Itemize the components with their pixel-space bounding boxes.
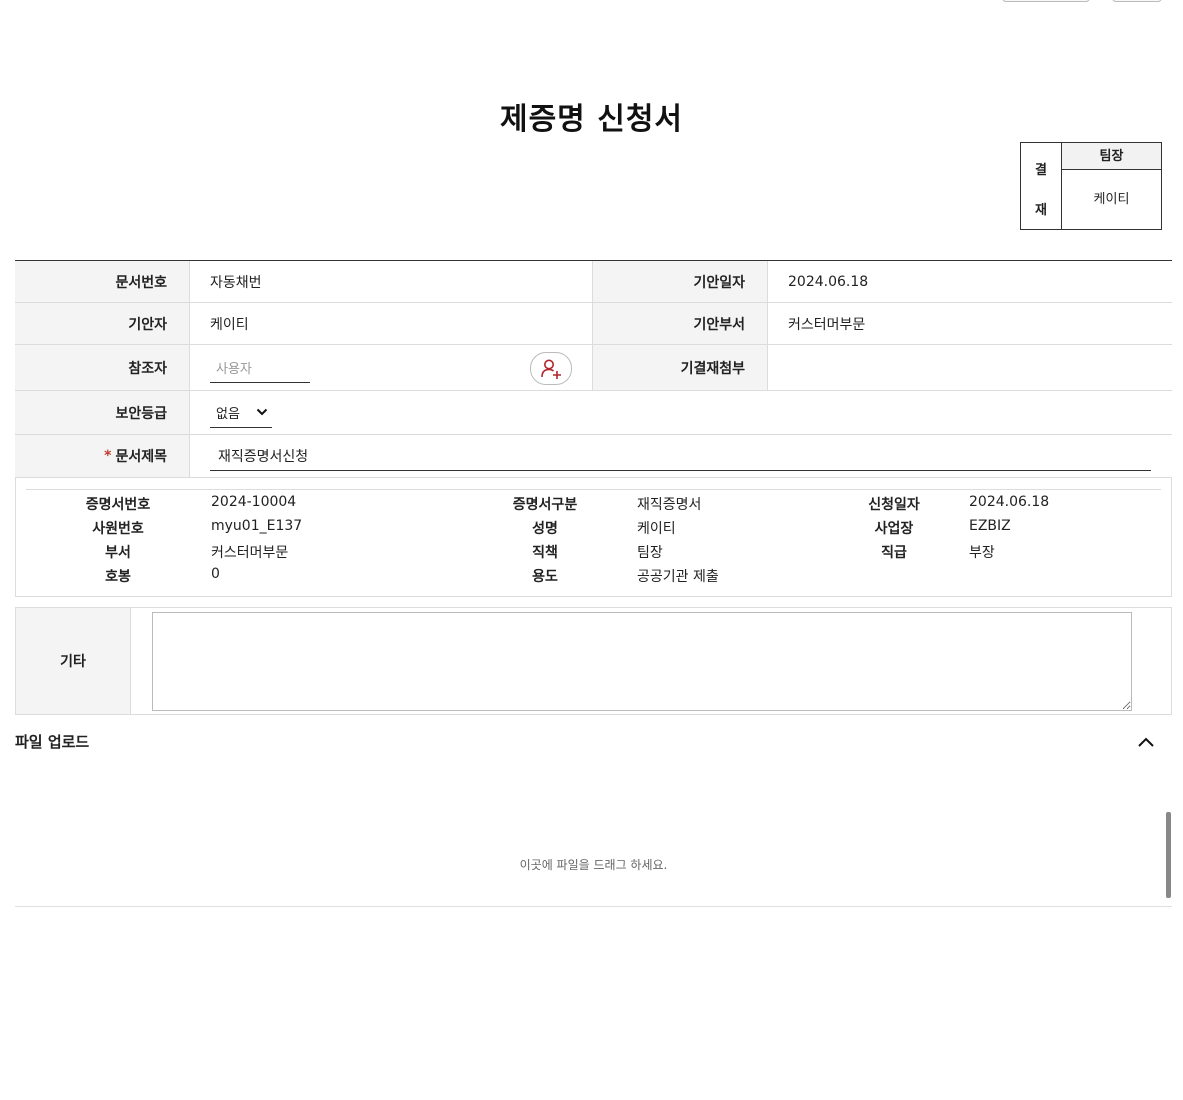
form-row: 보안등급 없음 (15, 391, 1172, 435)
doc-no-label: 문서번호 (15, 261, 189, 302)
reference-label: 참조자 (15, 345, 189, 390)
attach-label: 기결재첨부 (593, 345, 767, 390)
drafter-label: 기안자 (15, 303, 189, 344)
draft-date-value: 2024.06.18 (767, 261, 1172, 302)
form-row: 기안자 케이티 기안부서 커스터머부문 (15, 303, 1172, 345)
required-mark: * (104, 448, 112, 464)
page-title: 제증명 신청서 (499, 102, 684, 137)
cert-type-value: 재직증명서 (637, 497, 702, 513)
name-value: 케이티 (637, 521, 676, 537)
approval-approver: 케이티 (1093, 192, 1130, 207)
draft-date-label: 기안일자 (593, 261, 767, 302)
approval-side-bottom: 재 (1035, 203, 1047, 218)
dept-label: 부서 (105, 545, 131, 561)
grade-label: 직급 (881, 545, 907, 561)
file-upload-title: 파일 업로드 (15, 733, 90, 751)
site-value: EZBIZ (969, 518, 1011, 534)
purpose-label: 용도 (532, 569, 558, 585)
subject-cell: 재직증명서신청 (189, 435, 1172, 477)
drafter-value: 케이티 (189, 303, 593, 344)
reference-user-input[interactable]: 사용자 (210, 353, 310, 383)
approval-role: 팀장 (1062, 143, 1161, 170)
grade-value: 부장 (969, 545, 995, 561)
emp-no-label: 사원번호 (92, 521, 144, 537)
subject-label-text: 문서제목 (115, 449, 167, 465)
form-row: 참조자 사용자 기결재첨부 (15, 345, 1172, 391)
form-row: * 문서제목 재직증명서신청 (15, 435, 1172, 478)
site-label: 사업장 (874, 521, 914, 537)
duty-value: 팀장 (637, 545, 663, 561)
security-label: 보안등급 (15, 391, 189, 434)
etc-textarea[interactable] (152, 612, 1132, 711)
apply-date-label: 신청일자 (868, 497, 920, 513)
form-row: 문서번호 자동채번 기안일자 2024.06.18 (15, 261, 1172, 303)
emp-no-value: myu01_E137 (211, 518, 303, 534)
approval-side-top: 결 (1035, 163, 1047, 178)
duty-label: 직책 (532, 545, 558, 561)
cert-type-label: 증명서구분 (512, 497, 578, 513)
etc-section: 기타 (15, 607, 1172, 715)
subject-input[interactable]: 재직증명서신청 (210, 441, 1151, 471)
etc-label: 기타 (16, 608, 131, 714)
doc-no-value: 자동채번 (189, 261, 593, 302)
reference-cell: 사용자 (189, 345, 593, 390)
draft-dept-label: 기안부서 (593, 303, 767, 344)
divider (26, 489, 1161, 490)
chevron-down-icon (256, 408, 268, 416)
scrollbar[interactable] (1166, 812, 1171, 898)
document-form: 문서번호 자동채번 기안일자 2024.06.18 기안자 케이티 기안부서 커… (15, 260, 1172, 478)
security-cell: 없음 (189, 391, 1172, 434)
cert-no-value: 2024-10004 (211, 494, 297, 510)
security-select-value: 없음 (216, 406, 240, 422)
step-label: 호봉 (105, 569, 131, 585)
subject-label: * 문서제목 (15, 435, 189, 477)
attach-value[interactable] (767, 345, 1172, 390)
approval-side: 결 재 (1021, 143, 1062, 229)
chevron-up-icon[interactable] (1136, 734, 1156, 750)
certificate-info: 증명서번호 2024-10004 증명서구분 재직증명서 신청일자 2024.0… (15, 478, 1172, 597)
security-select[interactable]: 없음 (210, 398, 272, 428)
name-label: 성명 (532, 521, 558, 537)
top-button-stub[interactable] (1112, 0, 1162, 2)
dept-value: 커스터머부문 (211, 545, 289, 561)
add-user-icon (541, 359, 561, 379)
top-button-stub[interactable] (1002, 0, 1090, 2)
cert-no-label: 증명서번호 (85, 497, 151, 513)
draft-dept-value: 커스터머부문 (767, 303, 1172, 344)
purpose-value: 공공기관 제출 (637, 569, 719, 585)
dropzone-text: 이곳에 파일을 드래그 하세요. (519, 858, 668, 872)
step-value: 0 (211, 566, 220, 582)
approval-box: 결 재 팀장 케이티 (1020, 142, 1162, 230)
apply-date-value: 2024.06.18 (969, 494, 1050, 510)
file-dropzone[interactable]: 이곳에 파일을 드래그 하세요. (15, 770, 1172, 907)
add-user-button[interactable] (530, 352, 572, 385)
